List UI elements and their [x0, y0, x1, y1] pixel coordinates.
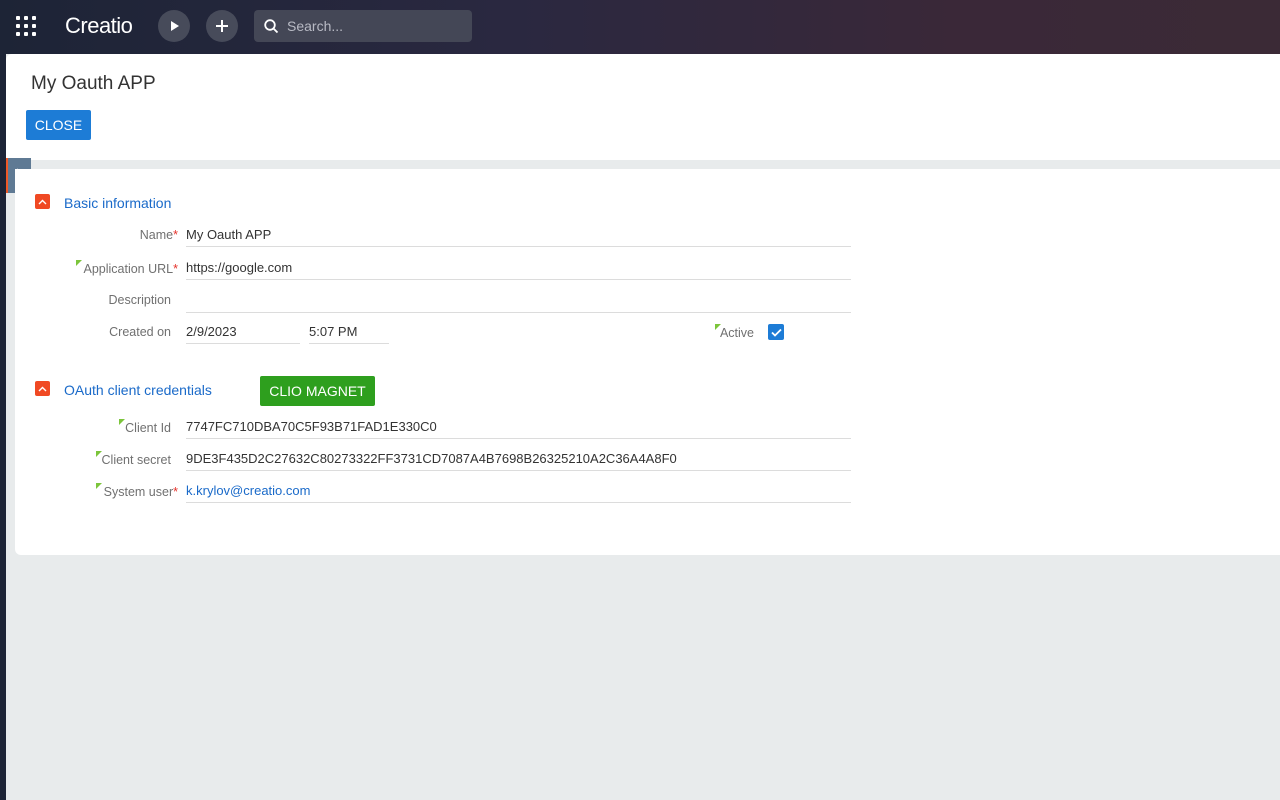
main-panel: My Oauth APP CLOSE Basic information Nam…: [6, 54, 1280, 800]
active-checkbox[interactable]: [768, 324, 784, 340]
basic-info-section-title[interactable]: Basic information: [64, 195, 171, 211]
creatio-logo[interactable]: Creatio: [65, 13, 133, 39]
close-button[interactable]: CLOSE: [26, 110, 91, 140]
play-icon: [171, 21, 179, 31]
client-secret-label: Client secret: [101, 453, 171, 467]
name-field[interactable]: My Oauth APP: [186, 225, 851, 247]
credentials-collapse-toggle[interactable]: [35, 381, 50, 396]
required-marker: *: [173, 262, 178, 276]
description-label: Description: [108, 293, 171, 307]
name-label: Name*: [66, 228, 178, 242]
search-input[interactable]: [287, 18, 457, 34]
search-icon: [264, 18, 279, 33]
clio-magnet-button[interactable]: CLIO MAGNET: [260, 376, 375, 406]
created-date-field[interactable]: 2/9/2023: [186, 322, 300, 344]
required-marker: *: [173, 485, 178, 499]
required-marker: *: [173, 228, 178, 242]
plus-icon: [216, 20, 228, 32]
header-divider: [6, 160, 1280, 169]
basic-info-collapse-toggle[interactable]: [35, 194, 50, 209]
app-launcher-icon[interactable]: [16, 16, 36, 36]
chevron-up-icon: [38, 199, 47, 204]
app-url-label-text: Application URL: [83, 262, 174, 276]
checkmark-icon: [770, 328, 782, 337]
client-secret-field[interactable]: 9DE3F435D2C27632C80273322FF3731CD7087A4B…: [186, 449, 851, 471]
client-id-label: Client Id: [125, 421, 171, 435]
global-search[interactable]: [254, 10, 472, 42]
top-bar: Creatio: [0, 0, 1280, 54]
app-url-label: Application URL*: [66, 262, 178, 276]
name-label-text: Name: [139, 228, 174, 242]
system-user-label: System user*: [66, 485, 178, 499]
system-user-field[interactable]: k.krylov@creatio.com: [186, 481, 851, 503]
run-process-button[interactable]: [158, 10, 190, 42]
client-id-field[interactable]: 7747FC710DBA70C5F93B71FAD1E330C0: [186, 417, 851, 439]
created-on-label: Created on: [109, 325, 171, 339]
page-title: My Oauth APP: [31, 73, 156, 94]
credentials-section-title[interactable]: OAuth client credentials: [64, 382, 212, 398]
description-field[interactable]: [186, 291, 851, 313]
chevron-up-icon: [38, 386, 47, 391]
active-label: Active: [719, 326, 754, 340]
system-user-label-text: System user: [103, 485, 174, 499]
add-button[interactable]: [206, 10, 238, 42]
created-time-field[interactable]: 5:07 PM: [309, 322, 389, 344]
page-header: My Oauth APP CLOSE: [6, 54, 1280, 160]
app-url-field[interactable]: https://google.com: [186, 258, 851, 280]
